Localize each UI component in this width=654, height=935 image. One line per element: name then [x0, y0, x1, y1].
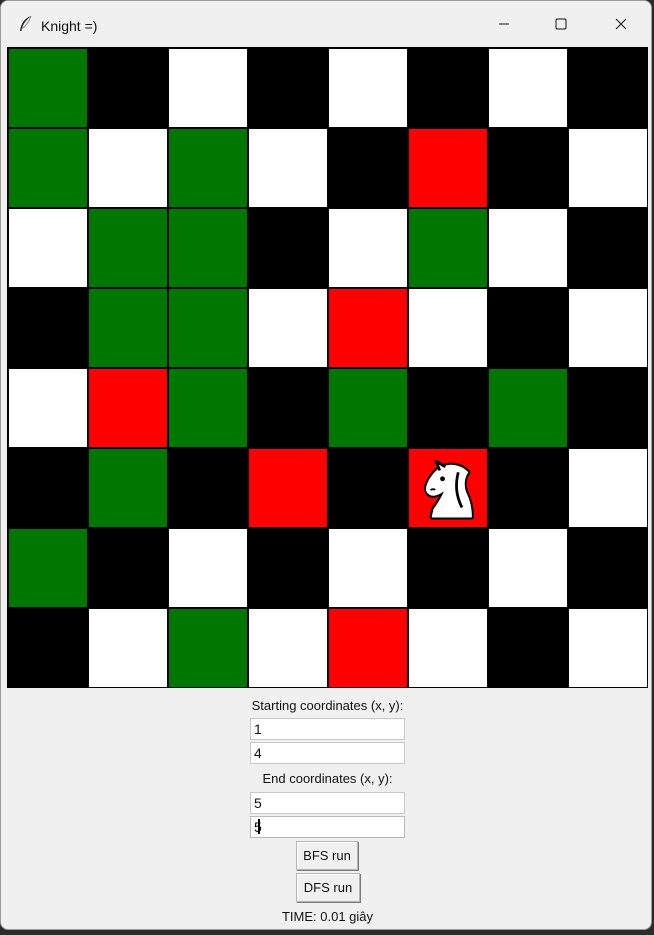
start-y-input[interactable]: 4 — [250, 742, 405, 764]
maximize-button[interactable] — [533, 1, 589, 47]
board-cell[interactable] — [8, 448, 88, 528]
board-cell[interactable] — [488, 128, 568, 208]
board-cell[interactable] — [248, 528, 328, 608]
board-cell[interactable] — [328, 608, 408, 688]
close-icon — [615, 18, 627, 30]
board-cell[interactable] — [408, 608, 488, 688]
board-cell[interactable] — [488, 208, 568, 288]
board-cell[interactable] — [568, 208, 648, 288]
board-cell[interactable] — [8, 528, 88, 608]
feather-icon — [20, 15, 32, 31]
board-cell[interactable] — [328, 368, 408, 448]
board-cell[interactable] — [88, 448, 168, 528]
board-cell[interactable] — [328, 528, 408, 608]
board-cell[interactable] — [568, 288, 648, 368]
board-cell[interactable] — [168, 208, 248, 288]
board-cell[interactable] — [88, 528, 168, 608]
maximize-icon — [555, 18, 567, 30]
board-cell[interactable] — [568, 448, 648, 528]
board-cell[interactable] — [8, 608, 88, 688]
board-cell[interactable] — [248, 48, 328, 128]
board-cell[interactable] — [488, 608, 568, 688]
board-cell[interactable] — [488, 368, 568, 448]
text-caret — [257, 819, 260, 834]
board-cell[interactable] — [168, 608, 248, 688]
board-cell[interactable] — [248, 128, 328, 208]
end-coordinates-label: End coordinates (x, y): — [262, 771, 393, 786]
board-cell[interactable] — [328, 48, 408, 128]
board-cell[interactable] — [568, 608, 648, 688]
board-cell[interactable] — [328, 128, 408, 208]
board-cell[interactable] — [88, 288, 168, 368]
board-cell[interactable] — [88, 608, 168, 688]
chess-board[interactable] — [7, 47, 648, 688]
board-cell[interactable] — [568, 128, 648, 208]
board-cell[interactable] — [408, 448, 488, 528]
board-cell[interactable] — [328, 208, 408, 288]
end-y-input[interactable]: 5 — [250, 816, 405, 838]
board-cell[interactable] — [408, 208, 488, 288]
board-cell[interactable] — [248, 208, 328, 288]
board-cell[interactable] — [168, 128, 248, 208]
bfs-run-button[interactable]: BFS run — [296, 841, 358, 870]
board-cell[interactable] — [88, 368, 168, 448]
start-coordinates-label: Starting coordinates (x, y): — [251, 698, 404, 713]
board-cell[interactable] — [248, 608, 328, 688]
dfs-run-button[interactable]: DFS run — [296, 873, 360, 902]
board-cell[interactable] — [88, 208, 168, 288]
board-cell[interactable] — [488, 528, 568, 608]
board-cell[interactable] — [328, 448, 408, 528]
board-cell[interactable] — [8, 48, 88, 128]
board-cell[interactable] — [248, 288, 328, 368]
board-cell[interactable] — [88, 128, 168, 208]
board-cell[interactable] — [568, 368, 648, 448]
close-button[interactable] — [593, 1, 649, 47]
start-x-input[interactable]: 1 — [250, 718, 405, 740]
board-cell[interactable] — [408, 528, 488, 608]
board-cell[interactable] — [8, 288, 88, 368]
board-cell[interactable] — [408, 368, 488, 448]
board-cell[interactable] — [408, 288, 488, 368]
app-window: Knight =) Starting coordinates (x, y): 1… — [0, 0, 652, 930]
board-cell[interactable] — [328, 288, 408, 368]
board-cell[interactable] — [488, 288, 568, 368]
time-label: TIME: 0.01 giây — [281, 909, 374, 924]
board-cell[interactable] — [168, 448, 248, 528]
board-cell[interactable] — [408, 48, 488, 128]
title-bar[interactable]: Knight =) — [1, 1, 651, 47]
board-cell[interactable] — [168, 368, 248, 448]
end-x-input[interactable]: 5 — [250, 792, 405, 814]
window-title: Knight =) — [41, 18, 98, 34]
board-cell[interactable] — [8, 368, 88, 448]
board-cell[interactable] — [168, 288, 248, 368]
board-cell[interactable] — [408, 128, 488, 208]
board-cell[interactable] — [248, 368, 328, 448]
board-cell[interactable] — [8, 208, 88, 288]
knight-icon — [423, 459, 474, 520]
minimize-icon — [499, 23, 509, 25]
board-cell[interactable] — [248, 448, 328, 528]
board-cell[interactable] — [568, 528, 648, 608]
minimize-button[interactable] — [476, 1, 532, 47]
board-cell[interactable] — [488, 48, 568, 128]
board-cell[interactable] — [488, 448, 568, 528]
board-cell[interactable] — [168, 48, 248, 128]
board-cell[interactable] — [568, 48, 648, 128]
board-cell[interactable] — [8, 128, 88, 208]
board-cell[interactable] — [168, 528, 248, 608]
board-cell[interactable] — [88, 48, 168, 128]
